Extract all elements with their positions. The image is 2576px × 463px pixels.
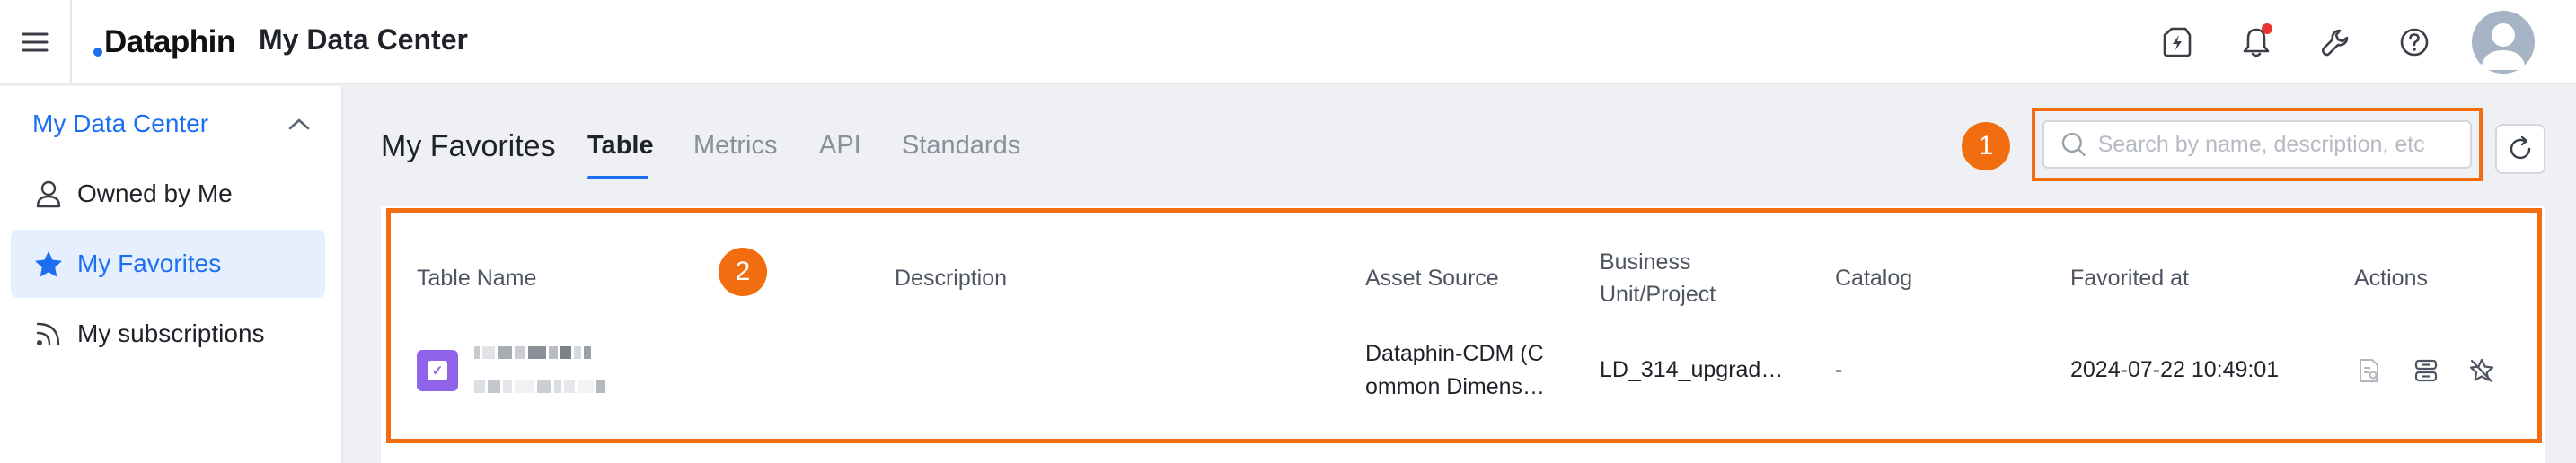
- sidebar-item-my-subscriptions[interactable]: My subscriptions: [11, 300, 325, 368]
- chevron-up-icon: [288, 118, 310, 130]
- wrench-icon: [2321, 29, 2349, 57]
- sidebar-item-label: Owned by Me: [77, 179, 233, 207]
- user-avatar[interactable]: [2472, 11, 2535, 74]
- sidebar-section-label: My Data Center: [32, 109, 209, 137]
- avatar-icon: [2481, 23, 2526, 70]
- sidebar-item-owned-by-me[interactable]: Owned by Me: [11, 160, 325, 228]
- logo-text: Dataphin: [104, 24, 235, 59]
- sidebar-item-my-favorites[interactable]: My Favorites: [11, 230, 325, 298]
- tools-button[interactable]: [2316, 22, 2355, 62]
- help-button[interactable]: [2395, 22, 2434, 62]
- refresh-icon: [2510, 135, 2531, 160]
- menu-button[interactable]: [0, 0, 72, 84]
- search-icon: [2061, 132, 2086, 157]
- sidebar-item-label: My subscriptions: [77, 319, 265, 347]
- tab-standards[interactable]: Standards: [902, 131, 1020, 161]
- lightning-badge-icon: [2163, 27, 2192, 57]
- tab-table[interactable]: Table: [587, 131, 654, 161]
- main-content: My Favorites Table Metrics API Standards…: [345, 86, 2576, 463]
- active-tab-indicator: [587, 176, 648, 179]
- lightning-badge-button[interactable]: [2157, 22, 2197, 62]
- sidebar: My Data Center Owned by Me My Favorites …: [0, 86, 343, 463]
- help-icon: [2400, 28, 2429, 57]
- refresh-button[interactable]: [2495, 124, 2545, 174]
- search-input[interactable]: [2097, 131, 2470, 158]
- menu-icon: [22, 32, 49, 52]
- rss-icon: [32, 318, 65, 350]
- table-highlight-frame: [386, 208, 2542, 443]
- tab-metrics[interactable]: Metrics: [693, 131, 777, 161]
- sidebar-item-label: My Favorites: [77, 249, 222, 277]
- page-title: My Favorites: [381, 129, 556, 163]
- annotation-badge-1: 1: [1962, 122, 2010, 170]
- star-icon: [32, 248, 65, 280]
- dataphin-logo[interactable]: Dataphin: [93, 22, 235, 63]
- logo-dot: [93, 48, 102, 57]
- user-icon: [32, 178, 65, 210]
- notification-dot: [2262, 23, 2272, 34]
- app-title: My Data Center: [259, 23, 468, 56]
- search-field[interactable]: [2042, 120, 2472, 169]
- sidebar-section-my-data-center[interactable]: My Data Center: [32, 106, 311, 142]
- notifications-button[interactable]: [2236, 22, 2276, 62]
- top-header: Dataphin My Data Center: [0, 0, 2576, 84]
- tab-api[interactable]: API: [819, 131, 861, 161]
- search-highlight-frame: [2032, 108, 2483, 181]
